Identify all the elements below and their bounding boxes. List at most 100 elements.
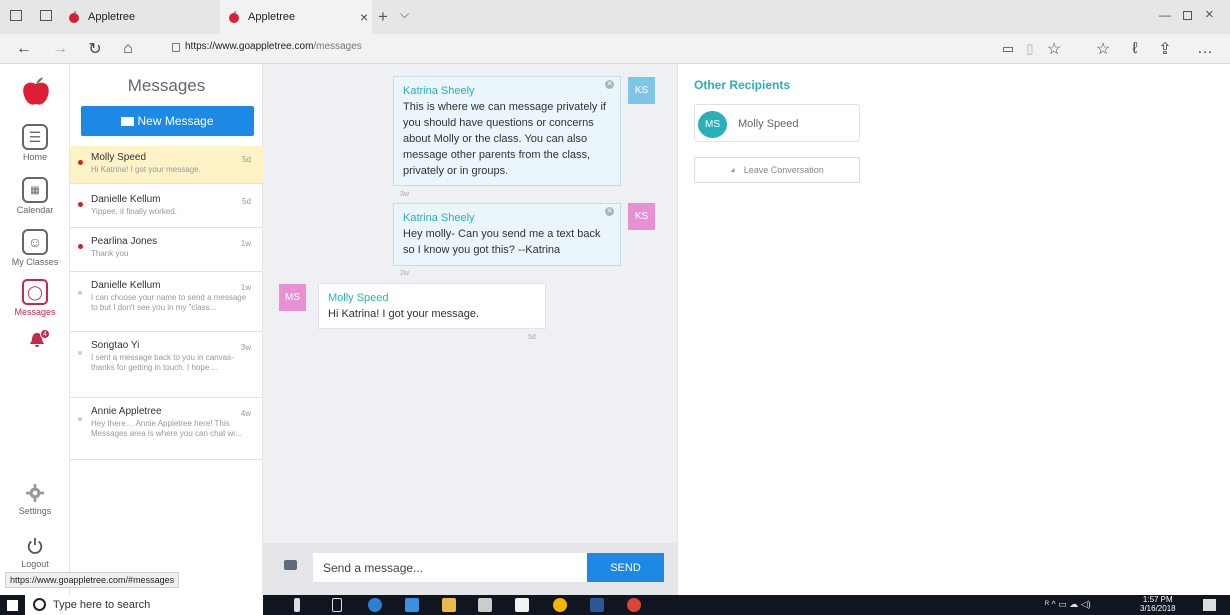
tab-1-title: Appletree [88, 11, 136, 23]
folder-icon[interactable] [442, 598, 456, 612]
refresh-icon[interactable]: ↻ [85, 34, 105, 64]
microphone-icon[interactable] [294, 598, 300, 612]
message-text: This is where we can message privately i… [403, 101, 606, 177]
envelope-icon [121, 116, 135, 126]
camera-icon[interactable] [284, 560, 297, 570]
web-note-icon[interactable]: ℓ [1126, 34, 1144, 64]
nav-my-classes[interactable]: ☺ My Classes [0, 229, 70, 267]
windows-taskbar: Type here to search ᴿ ^ ▭ ☁ ◁) 1:57 PM 3… [0, 595, 1230, 615]
appletree-logo-icon[interactable] [22, 74, 50, 110]
leave-user-icon: ◕ [730, 165, 736, 175]
chrome-icon-2[interactable] [627, 598, 641, 612]
nav-home-label: Home [22, 152, 47, 162]
reading-view-icon[interactable]: ▭ [1000, 34, 1016, 64]
message-time: 5d [528, 334, 536, 341]
system-tray-icons[interactable]: ᴿ ^ ▭ ☁ ◁) [1045, 599, 1091, 610]
store-icon[interactable] [515, 598, 529, 612]
nav-my-classes-label: My Classes [11, 257, 59, 267]
nav-settings[interactable]: Settings [0, 484, 70, 516]
taskbar-search-placeholder: Type here to search [53, 599, 151, 611]
delete-message-icon[interactable]: ✕ [605, 80, 614, 89]
tab-actions-icon[interactable] [10, 10, 22, 21]
close-window-icon[interactable]: × [1205, 6, 1214, 23]
conversation-item[interactable]: Danielle Kellum 1w I can choose your nam… [70, 274, 263, 332]
windows-start-icon[interactable] [7, 600, 18, 611]
more-menu-icon[interactable]: … [1196, 34, 1214, 64]
conversation-name: Molly Speed [91, 152, 147, 163]
message-bubble: ✕ Katrina Sheely Hey molly- Can you send… [393, 203, 621, 266]
message-input[interactable] [313, 553, 587, 582]
nav-calendar[interactable]: ▦ Calendar [0, 177, 70, 215]
taskbar-clock[interactable]: 1:57 PM 3/16/2018 [1140, 595, 1176, 613]
conversation-preview: Yippee, it finally worked. [91, 207, 177, 216]
tab-list-chevron-icon[interactable]: ⌵ [400, 7, 409, 22]
conversation-item[interactable]: Danielle Kellum 5d Yippee, it finally wo… [70, 188, 263, 228]
avatar: MS [279, 284, 306, 311]
avatar: MS [698, 111, 727, 138]
other-recipients-title: Other Recipients [694, 78, 791, 92]
send-button[interactable]: SEND [587, 553, 664, 582]
forward-icon[interactable]: → [50, 34, 70, 64]
power-icon [27, 537, 43, 554]
conversation-preview: Thank you [91, 249, 129, 258]
unread-dot-icon [78, 202, 83, 207]
conversation-item[interactable]: Annie Appletree 4w Hey there… Annie Appl… [70, 400, 263, 460]
conversation-item[interactable]: Pearlina Jones 1w Thank you [70, 230, 263, 272]
new-message-button[interactable]: New Message [81, 106, 254, 136]
set-aside-tabs-icon[interactable] [40, 10, 52, 21]
edge-browser-icon[interactable] [368, 598, 382, 612]
nav-home[interactable]: ☰ Home [0, 124, 70, 162]
browser-tab-1[interactable]: Appletree [60, 0, 212, 34]
url-field[interactable]: https://www.goappletree.com/messages [185, 41, 362, 52]
minimize-icon[interactable]: — [1159, 8, 1171, 22]
notifications-bell[interactable]: 4 [29, 329, 50, 350]
chrome-icon[interactable] [553, 598, 567, 612]
conversation-time: 4w [240, 409, 251, 418]
url-host: https://www.goappletree.com [185, 41, 314, 52]
home-icon[interactable]: ⌂ [118, 34, 138, 64]
conversation-item[interactable]: Molly Speed 5d Hi Katrina! I got your me… [70, 146, 263, 184]
lock-icon [172, 43, 180, 52]
conversation-name: Danielle Kellum [91, 280, 161, 291]
leave-conversation-button[interactable]: ◕ Leave Conversation [694, 157, 860, 183]
recipients-panel: Other Recipients MS Molly Speed ◕ Leave … [677, 64, 1230, 595]
back-icon[interactable]: ← [14, 34, 34, 64]
messages-title: Messages [127, 76, 206, 95]
recipient-name: Molly Speed [738, 118, 799, 130]
favorites-hub-icon[interactable]: ☆ [1094, 34, 1112, 64]
task-view-icon[interactable] [332, 598, 342, 612]
conversation-name: Pearlina Jones [91, 236, 158, 247]
file-explorer-icon[interactable] [405, 598, 419, 612]
message-time: 2w [400, 270, 409, 277]
favorite-star-icon[interactable]: ☆ [1045, 34, 1063, 64]
conversation-item[interactable]: Songtao Yi 3w I sent a message back to y… [70, 334, 263, 398]
app-nav-rail: ☰ Home ▦ Calendar ☺ My Classes ◯ Message… [0, 64, 70, 595]
conversation-preview: Hi Katrina! I got your message. [91, 165, 201, 174]
action-center-icon[interactable] [1203, 599, 1216, 611]
reading-list-icon[interactable]: ▯ [1022, 34, 1038, 64]
conversation-name: Danielle Kellum [91, 194, 161, 205]
mail-icon[interactable] [478, 598, 492, 612]
home-list-icon: ☰ [22, 124, 48, 150]
maximize-icon[interactable] [1183, 11, 1192, 20]
word-icon[interactable] [590, 598, 604, 612]
read-dot-icon [78, 291, 82, 295]
taskbar-search-input[interactable]: Type here to search [25, 595, 263, 615]
conversation-name: Songtao Yi [91, 340, 140, 351]
gear-icon [26, 484, 44, 502]
browser-tab-2[interactable]: Appletree × [220, 0, 372, 34]
apple-favicon-icon [69, 11, 79, 23]
nav-logout[interactable]: Logout [0, 537, 70, 569]
delete-message-icon[interactable]: ✕ [605, 207, 614, 216]
nav-calendar-label: Calendar [16, 205, 54, 215]
classes-people-icon: ☺ [22, 229, 48, 255]
conversation-preview: I can choose your name to send a message… [91, 293, 247, 312]
message-time: 3w [400, 191, 409, 198]
conversation-time: 1w [240, 239, 251, 248]
recipient-card[interactable]: MS Molly Speed [694, 104, 860, 142]
nav-messages[interactable]: ◯ Messages [0, 279, 70, 317]
share-icon[interactable]: ⇪ [1156, 34, 1174, 64]
new-tab-icon[interactable]: + [378, 7, 388, 27]
conversation-time: 5d [242, 155, 251, 164]
close-tab-icon[interactable]: × [360, 9, 368, 25]
